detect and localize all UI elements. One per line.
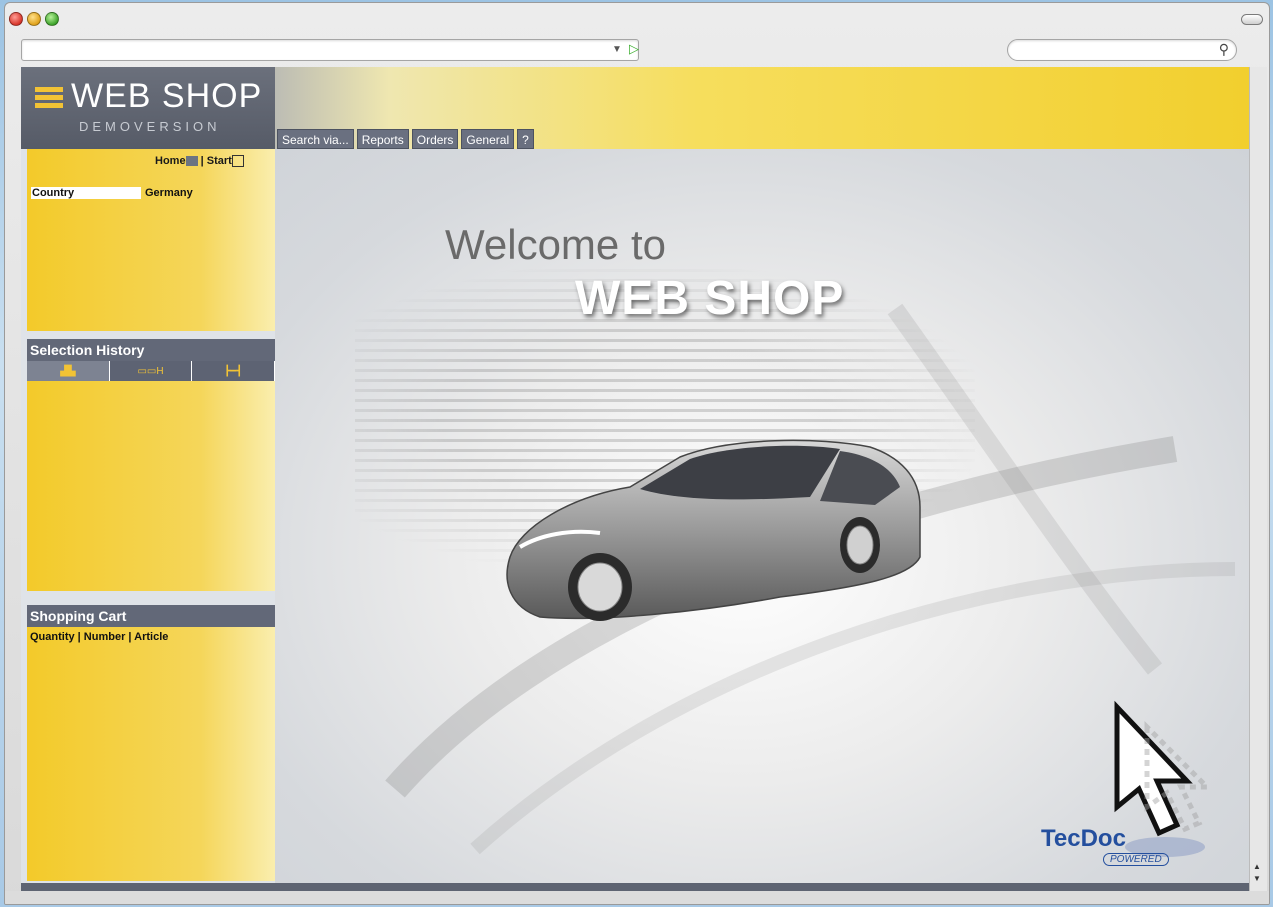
history-vehicle-tab-icon[interactable]: ▟▙ [27,361,110,381]
history-tabs: ▟▙ ▭▭H ┣━┫ [27,361,276,381]
home-start-links: Home | Start [155,155,244,168]
welcome-stage: Welcome to WEB SHOP TecDoc POWERED [275,149,1249,883]
selection-history-title: Selection History [27,339,275,361]
home-link[interactable]: Home [155,155,186,167]
scroll-down-icon[interactable]: ▼ [1253,874,1261,883]
history-parts-tab-icon[interactable]: ▭▭H [110,361,193,381]
nav-reports[interactable]: Reports [356,129,409,149]
window-footer [5,891,1269,904]
logo[interactable]: WEB SHOP DEMOVERSION [21,67,275,149]
browser-window: ▼ ▷ ⚲ WEB SHOP DEMOVERSION Search via...… [4,2,1270,905]
brand-heading: WEB SHOP [575,272,845,325]
webshop-header: WEB SHOP DEMOVERSION Search via... Repor… [21,67,1249,149]
zoom-window-button[interactable] [45,12,59,26]
selection-history-panel: Selection History ▟▙ ▭▭H ┣━┫ [27,339,276,591]
scroll-up-icon[interactable]: ▲ [1253,862,1261,871]
country-label: Country [31,187,141,199]
logo-subtitle: DEMOVERSION [79,119,221,134]
web-content: WEB SHOP DEMOVERSION Search via... Repor… [21,67,1249,891]
country-value[interactable]: Germany [141,187,193,199]
address-dropdown-icon[interactable]: ▼ [612,44,622,55]
go-arrow-icon[interactable]: ▷ [629,41,639,57]
search-field[interactable]: ⚲ [1007,39,1237,61]
country-row: Country Germany [31,187,253,199]
sidebar: Home | Start Country Germany Selection Hi… [27,149,276,883]
cart-columns: Quantity | Number | Article [30,631,169,643]
car-illustration [506,439,921,621]
home-icon[interactable] [185,156,198,167]
title-bar [5,3,1269,33]
tecdoc-logo[interactable]: TecDoc [1041,825,1126,853]
search-icon[interactable]: ⚲ [1219,41,1229,58]
bottom-bar [21,883,1249,891]
main-nav: Search via... Reports Orders General ? [277,129,534,149]
vertical-scrollbar[interactable]: ▲ ▼ [1249,67,1267,891]
start-icon[interactable] [231,155,244,168]
logo-title: WEB SHOP [71,77,263,115]
history-axle-tab-icon[interactable]: ┣━┫ [192,361,276,381]
close-window-button[interactable] [9,12,23,26]
browser-toolbar: ▼ ▷ ⚲ [5,33,1269,67]
toolbar-toggle-button[interactable] [1241,14,1263,25]
nav-general[interactable]: General [461,129,515,149]
vehicle-panel: Home | Start Country Germany [27,149,275,331]
shopping-cart-title: Shopping Cart [27,605,275,627]
nav-search-via[interactable]: Search via... [277,129,354,149]
logo-mark-icon [35,87,63,111]
welcome-heading: Welcome to [445,221,666,268]
shopping-cart-panel: Shopping Cart Quantity | Number | Articl… [27,605,275,881]
start-link[interactable]: Start [207,155,232,167]
address-bar[interactable] [21,39,639,61]
nav-orders[interactable]: Orders [411,129,459,149]
separator: | [200,155,204,167]
powered-badge: POWERED [1103,853,1169,866]
nav-help[interactable]: ? [517,129,534,149]
minimize-window-button[interactable] [27,12,41,26]
